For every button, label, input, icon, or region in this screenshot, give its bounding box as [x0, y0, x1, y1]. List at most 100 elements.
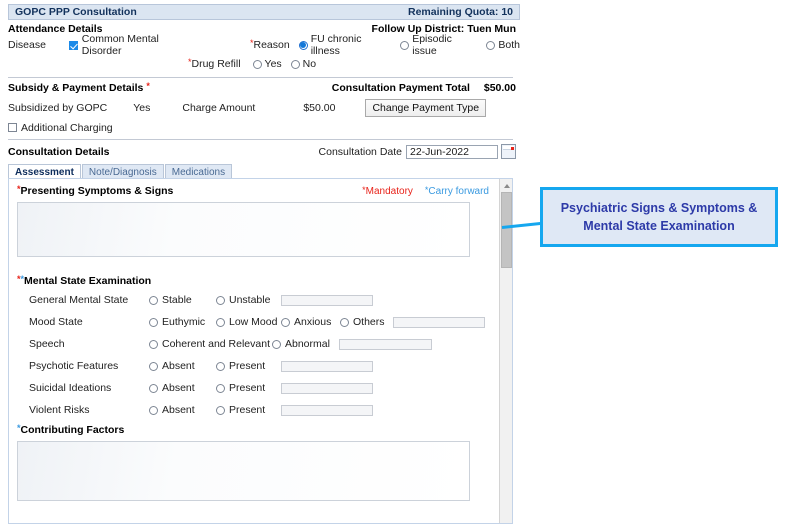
mse-row-3-label: Psychotic Features: [29, 360, 119, 372]
mse-row-mood-state: Mood State Euthymic Low Mood Anxious Oth…: [17, 315, 495, 329]
assessment-tabs: Assessment Note/Diagnosis Medications: [8, 164, 520, 179]
callout-line-1: Psychiatric Signs & Symptoms &: [560, 201, 758, 215]
reason-option-0-label: FU chronic illness: [310, 33, 362, 57]
suicidal-ideations-radio-absent[interactable]: [149, 383, 158, 393]
suicidal-ideations-radio-present[interactable]: [216, 383, 225, 393]
change-payment-type-button[interactable]: Change Payment Type: [365, 99, 487, 117]
contributing-factors-textarea[interactable]: [17, 441, 470, 501]
subsidized-by-gopc-label: Subsidized by GOPC: [8, 102, 108, 114]
psychotic-features-radio-absent[interactable]: [149, 361, 158, 371]
drug-refill-option-1-label: No: [302, 58, 317, 70]
mse-row-5-option-1: Present: [229, 404, 266, 416]
mse-row-1-option-0: Euthymic: [162, 316, 206, 328]
psychotic-features-text-input[interactable]: [281, 360, 373, 372]
mental-state-examination-group: **Mental State Examination General Menta…: [17, 275, 495, 417]
scroll-up-arrow-icon[interactable]: [500, 179, 512, 191]
mse-row-violent-risks: Violent Risks Absent Present: [17, 403, 495, 417]
subsidy-section: Subsidy & Payment Details * Consultation …: [8, 82, 520, 134]
divider-2: [8, 139, 513, 140]
mse-row-4-option-0: Absent: [162, 382, 195, 394]
mse-row-4-label: Suicidal Ideations: [29, 382, 112, 394]
presenting-symptoms-textarea[interactable]: [17, 202, 470, 257]
general-mental-state-text-input[interactable]: [281, 294, 373, 306]
suicidal-ideations-text-input[interactable]: [281, 382, 373, 394]
carry-forward-legend: Carry forward: [428, 185, 489, 197]
mse-row-5-option-0: Absent: [162, 404, 195, 416]
mse-row-general-mental-state: General Mental State Stable Unstable: [17, 293, 495, 307]
subsidy-heading: Subsidy & Payment Details *: [8, 81, 150, 95]
charge-amount-value: $50.00: [303, 102, 336, 114]
mood-state-radio-anxious[interactable]: [281, 317, 290, 327]
mse-row-1-label: Mood State: [29, 316, 83, 328]
speech-abnormal-text-input[interactable]: [339, 338, 432, 350]
mse-row-psychotic-features: Psychotic Features Absent Present: [17, 359, 495, 373]
mse-row-0-label: General Mental State: [29, 294, 129, 306]
consultation-window: GOPC PPP Consultation Remaining Quota: 1…: [8, 4, 520, 524]
consultation-date-label: Consultation Date: [318, 145, 402, 158]
window-title-bar: GOPC PPP Consultation Remaining Quota: 1…: [8, 4, 520, 20]
callout-annotation: Psychiatric Signs & Symptoms & Mental St…: [540, 187, 778, 248]
contributing-factors-group: *Contributing Factors: [17, 424, 495, 501]
presenting-symptoms-group: *Presenting Symptoms & Signs *Mandatory …: [17, 185, 495, 257]
mse-row-1-option-2: Anxious: [294, 316, 332, 328]
psychotic-features-radio-present[interactable]: [216, 361, 225, 371]
reason-option-1-label: Episodic issue: [412, 33, 452, 57]
mood-state-radio-low-mood[interactable]: [216, 317, 225, 327]
scrollbar-thumb[interactable]: [501, 192, 512, 268]
reason-label: Reason: [253, 39, 290, 51]
mood-state-radio-euthymic[interactable]: [149, 317, 158, 327]
mse-heading-wrap: **Mental State Examination: [17, 274, 152, 288]
attendance-section: Attendance Details Follow Up District: T…: [8, 23, 520, 70]
mse-row-4-option-1: Present: [229, 382, 266, 394]
drug-refill-radio-yes[interactable]: [252, 59, 262, 69]
speech-radio-abnormal[interactable]: [272, 339, 281, 349]
violent-risks-radio-present[interactable]: [216, 405, 225, 415]
common-mental-disorder-checkbox[interactable]: [68, 40, 78, 50]
tab-note-diagnosis[interactable]: Note/Diagnosis: [81, 164, 164, 179]
drug-refill-option-0-label: Yes: [264, 58, 282, 70]
general-mental-state-radio-stable[interactable]: [149, 295, 158, 305]
mse-row-3-option-1: Present: [229, 360, 266, 372]
calendar-icon[interactable]: [501, 144, 516, 159]
presenting-symptoms-heading: Presenting Symptoms & Signs: [20, 185, 174, 197]
charge-amount-label: Charge Amount: [182, 102, 256, 114]
consultation-section: Consultation Details Consultation Date 2…: [8, 144, 520, 179]
subsidized-by-gopc-value: Yes: [133, 102, 151, 114]
disease-label: Disease: [8, 39, 46, 51]
subsidy-heading-text: Subsidy & Payment Details: [8, 82, 144, 94]
reason-radio-fu-chronic-illness[interactable]: [298, 40, 308, 50]
general-mental-state-radio-unstable[interactable]: [216, 295, 225, 305]
violent-risks-text-input[interactable]: [281, 404, 373, 416]
payment-total-value: $50.00: [483, 82, 516, 94]
mood-state-radio-others[interactable]: [340, 317, 349, 327]
mse-row-0-option-1: Unstable: [229, 294, 271, 306]
mse-row-0-option-0: Stable: [162, 294, 192, 306]
tab-medications[interactable]: Medications: [164, 164, 233, 179]
drug-refill-radio-no[interactable]: [290, 59, 300, 69]
mandatory-legend: Mandatory: [365, 185, 413, 197]
violent-risks-radio-absent[interactable]: [149, 405, 158, 415]
panel-scrollbar[interactable]: [499, 179, 512, 523]
consultation-date-input[interactable]: 22-Jun-2022: [406, 144, 498, 159]
common-mental-disorder-label: Common Mental Disorder: [81, 33, 159, 57]
divider-1: [8, 77, 513, 78]
assessment-panel: *Presenting Symptoms & Signs *Mandatory …: [8, 178, 513, 524]
reason-radio-both[interactable]: [486, 40, 496, 50]
additional-charging-checkbox[interactable]: [8, 123, 17, 132]
speech-radio-coherent-and-relevant[interactable]: [149, 339, 158, 349]
remaining-quota-label: Remaining Quota: 10: [407, 6, 513, 18]
mse-heading: Mental State Examination: [24, 275, 152, 287]
additional-charging-label: Additional Charging: [21, 121, 113, 134]
contributing-factors-heading: Contributing Factors: [20, 424, 125, 436]
drug-refill-label: Drug Refill: [191, 58, 241, 70]
mood-state-others-text-input[interactable]: [393, 316, 485, 328]
reason-radio-episodic-issue[interactable]: [400, 40, 410, 50]
tab-assessment[interactable]: Assessment: [8, 164, 81, 179]
mse-row-5-label: Violent Risks: [29, 404, 90, 416]
mse-row-1-option-1: Low Mood: [229, 316, 278, 328]
mse-row-2-label: Speech: [29, 338, 65, 350]
payment-total-label: Consultation Payment Total: [331, 82, 470, 94]
mse-row-1-option-3: Others: [353, 316, 385, 328]
mse-row-speech: Speech Coherent and Relevant Abnormal: [17, 337, 495, 351]
reason-option-2-label: Both: [498, 39, 520, 51]
